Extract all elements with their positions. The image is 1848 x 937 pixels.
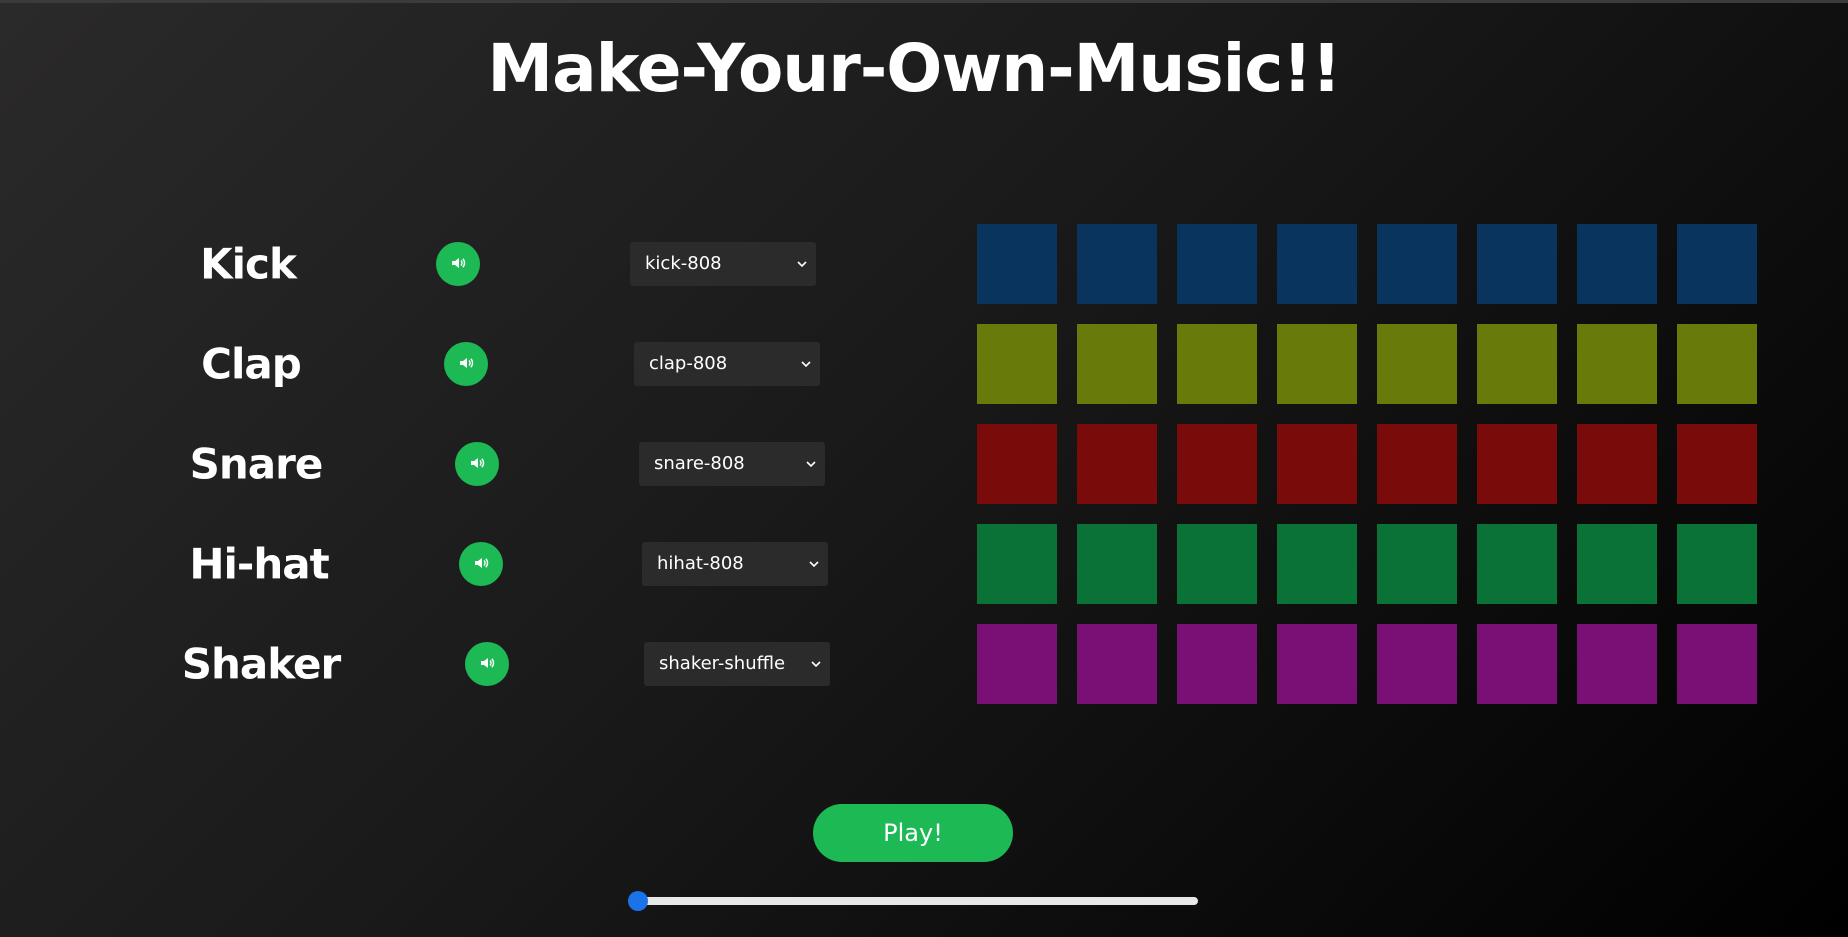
pad[interactable]	[1177, 424, 1257, 504]
pad[interactable]	[1277, 424, 1357, 504]
sound-select-value: shaker-shuffle	[659, 653, 786, 674]
pad[interactable]	[1477, 624, 1557, 704]
pad[interactable]	[1677, 524, 1757, 604]
pad-row-shaker	[977, 624, 1757, 704]
track-name: Kick	[200, 239, 297, 289]
pad[interactable]	[1077, 324, 1157, 404]
chevron-down-icon	[811, 661, 821, 668]
pad[interactable]	[977, 424, 1057, 504]
pad[interactable]	[1077, 224, 1157, 304]
speaker-icon	[458, 355, 474, 374]
pad[interactable]	[1177, 224, 1257, 304]
track-name: Snare	[189, 439, 324, 489]
top-border	[0, 0, 1848, 3]
pad[interactable]	[1177, 324, 1257, 404]
speaker-icon	[469, 455, 485, 474]
track-row-hihat: Hi-hat hihat-808	[0, 524, 1848, 604]
pad[interactable]	[1077, 524, 1157, 604]
pad[interactable]	[1277, 324, 1357, 404]
sound-select-kick[interactable]: kick-808	[630, 242, 816, 286]
pad[interactable]	[1277, 624, 1357, 704]
pad-row-clap	[977, 324, 1757, 404]
track-row-shaker: Shaker shaker-shuffle	[0, 624, 1848, 704]
pad[interactable]	[1377, 524, 1457, 604]
pad[interactable]	[1477, 324, 1557, 404]
tempo-slider[interactable]	[628, 891, 1198, 911]
speaker-icon	[450, 255, 466, 274]
pad[interactable]	[1177, 524, 1257, 604]
pad[interactable]	[977, 524, 1057, 604]
pad[interactable]	[977, 324, 1057, 404]
mute-button-kick[interactable]	[436, 242, 480, 286]
track-name: Shaker	[181, 639, 341, 689]
sound-select-shaker[interactable]: shaker-shuffle	[644, 642, 830, 686]
page-title: Make-Your-Own-Music!!	[487, 30, 1341, 107]
pad-row-kick	[977, 224, 1757, 304]
pad-row-hihat	[977, 524, 1757, 604]
chevron-down-icon	[801, 361, 811, 368]
speaker-icon	[479, 655, 495, 674]
sound-select-value: snare-808	[654, 453, 745, 474]
pad[interactable]	[1577, 624, 1657, 704]
chevron-down-icon	[806, 461, 816, 468]
pad[interactable]	[1077, 624, 1157, 704]
pad[interactable]	[977, 224, 1057, 304]
pad[interactable]	[1577, 224, 1657, 304]
track-row-kick: Kick kick-808	[0, 224, 1848, 304]
speaker-icon	[473, 555, 489, 574]
sound-select-hihat[interactable]: hihat-808	[642, 542, 828, 586]
sound-select-value: kick-808	[645, 253, 722, 274]
pad[interactable]	[1577, 324, 1657, 404]
pad[interactable]	[1477, 424, 1557, 504]
play-button[interactable]: Play!	[813, 804, 1013, 862]
pad[interactable]	[1377, 624, 1457, 704]
sound-select-snare[interactable]: snare-808	[639, 442, 825, 486]
pad[interactable]	[1077, 424, 1157, 504]
pad-row-snare	[977, 424, 1757, 504]
sound-select-value: hihat-808	[657, 553, 744, 574]
pad[interactable]	[1277, 224, 1357, 304]
track-row-clap: Clap clap-808	[0, 324, 1848, 404]
pad[interactable]	[1677, 424, 1757, 504]
slider-track	[632, 897, 1198, 905]
pad[interactable]	[1177, 624, 1257, 704]
mute-button-hihat[interactable]	[459, 542, 503, 586]
pad[interactable]	[1377, 224, 1457, 304]
pad[interactable]	[1377, 324, 1457, 404]
mute-button-shaker[interactable]	[465, 642, 509, 686]
mute-button-snare[interactable]	[455, 442, 499, 486]
sound-select-clap[interactable]: clap-808	[634, 342, 820, 386]
pad[interactable]	[1477, 224, 1557, 304]
pad[interactable]	[1577, 524, 1657, 604]
pad[interactable]	[1677, 624, 1757, 704]
sound-select-value: clap-808	[649, 353, 728, 374]
track-row-snare: Snare snare-808	[0, 424, 1848, 504]
mute-button-clap[interactable]	[444, 342, 488, 386]
slider-thumb[interactable]	[628, 891, 648, 911]
chevron-down-icon	[809, 561, 819, 568]
track-name: Hi-hat	[189, 539, 329, 589]
pad[interactable]	[1377, 424, 1457, 504]
pad[interactable]	[1577, 424, 1657, 504]
pad[interactable]	[977, 624, 1057, 704]
pad[interactable]	[1477, 524, 1557, 604]
chevron-down-icon	[797, 261, 807, 268]
pad[interactable]	[1677, 324, 1757, 404]
pad[interactable]	[1677, 224, 1757, 304]
pad[interactable]	[1277, 524, 1357, 604]
track-name: Clap	[201, 339, 302, 389]
